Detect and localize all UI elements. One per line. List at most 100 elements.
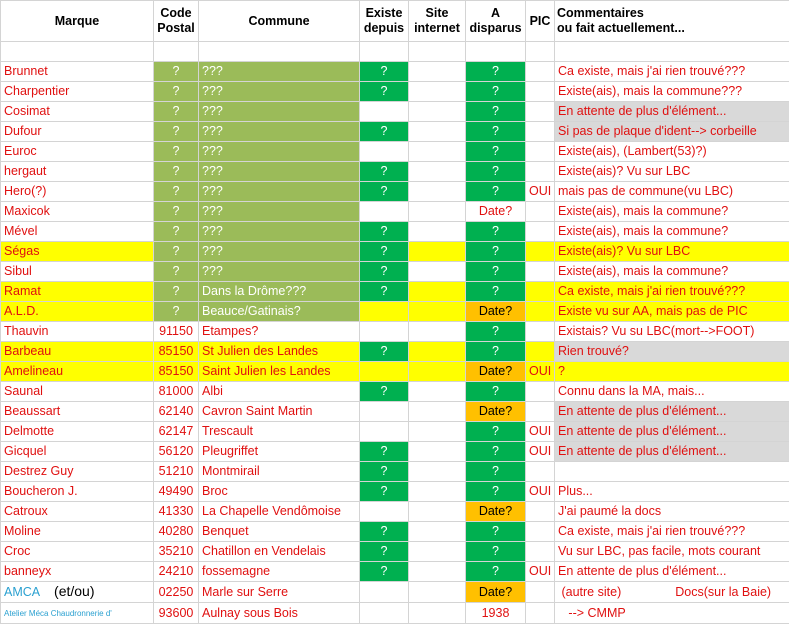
cell-commune[interactable]: Benquet (199, 522, 360, 542)
cell-commentaire[interactable]: Rien trouvé? (555, 342, 789, 362)
cell-marque[interactable]: Thauvin (1, 322, 154, 342)
cell-site[interactable] (409, 222, 466, 242)
cell-disparu[interactable]: Date? (466, 402, 526, 422)
cell-commune[interactable]: ??? (199, 222, 360, 242)
cell-existe[interactable] (360, 142, 409, 162)
cell-commentaire[interactable]: ? (555, 362, 789, 382)
cell-disparu[interactable]: ? (466, 282, 526, 302)
cell-pic[interactable] (526, 582, 555, 603)
cell-pic[interactable] (526, 222, 555, 242)
cell-pic[interactable]: OUI (526, 422, 555, 442)
cell-commentaire[interactable]: --> CMMP (555, 603, 789, 624)
cell-disparu[interactable]: ? (466, 142, 526, 162)
cell-marque[interactable]: banneyx (1, 562, 154, 582)
cell-code-postal[interactable]: 93600 (154, 603, 199, 624)
cell-commentaire[interactable]: Connu dans la MA, mais... (555, 382, 789, 402)
cell-existe[interactable] (360, 102, 409, 122)
cell-commentaire[interactable]: Existais? Vu su LBC(mort-->FOOT) (555, 322, 789, 342)
cell-commune[interactable]: Beauce/Gatinais? (199, 302, 360, 322)
cell-marque[interactable]: Destrez Guy (1, 462, 154, 482)
cell-existe[interactable]: ? (360, 242, 409, 262)
cell-pic[interactable]: OUI (526, 182, 555, 202)
cell-commentaire[interactable]: Ca existe, mais j'ai rien trouvé??? (555, 62, 789, 82)
cell-commentaire[interactable]: Existe(ais), mais la commune? (555, 222, 789, 242)
cell-code-postal[interactable]: 40280 (154, 522, 199, 542)
cell-marque[interactable]: Croc (1, 542, 154, 562)
cell-commentaire[interactable]: Existe vu sur AA, mais pas de PIC (555, 302, 789, 322)
cell-disparu[interactable]: ? (466, 342, 526, 362)
cell-site[interactable] (409, 522, 466, 542)
header-existe-depuis[interactable]: Existedepuis (360, 1, 409, 42)
cell-marque[interactable]: Charpentier (1, 82, 154, 102)
cell-pic[interactable] (526, 462, 555, 482)
cell-marque[interactable]: Beaussart (1, 402, 154, 422)
cell-site[interactable] (409, 482, 466, 502)
cell-site[interactable] (409, 442, 466, 462)
cell-marque[interactable]: AMCA (et/ou) (1, 582, 154, 603)
header-marque[interactable]: Marque (1, 1, 154, 42)
cell-code-postal[interactable]: 51210 (154, 462, 199, 482)
cell-code-postal[interactable]: 49490 (154, 482, 199, 502)
cell-commentaire[interactable]: En attente de plus d'élément... (555, 402, 789, 422)
cell-marque[interactable]: hergaut (1, 162, 154, 182)
cell-disparu[interactable]: ? (466, 382, 526, 402)
cell-code-postal[interactable]: 24210 (154, 562, 199, 582)
cell-marque[interactable]: Amelineau (1, 362, 154, 382)
cell-commentaire[interactable]: J'ai paumé la docs (555, 502, 789, 522)
cell-site[interactable] (409, 582, 466, 603)
cell-code-postal[interactable]: ? (154, 122, 199, 142)
cell-commune[interactable]: St Julien des Landes (199, 342, 360, 362)
cell-commentaire[interactable]: En attente de plus d'élément... (555, 422, 789, 442)
cell-pic[interactable] (526, 542, 555, 562)
cell-site[interactable] (409, 202, 466, 222)
cell-pic[interactable] (526, 322, 555, 342)
cell-commentaire[interactable]: Existe(ais)? Vu sur LBC (555, 162, 789, 182)
cell-code-postal[interactable]: 85150 (154, 362, 199, 382)
cell-disparu[interactable]: Date? (466, 362, 526, 382)
cell-disparu[interactable]: ? (466, 422, 526, 442)
cell-site[interactable] (409, 362, 466, 382)
cell-marque[interactable]: Atelier Méca Chaudronnerie d' (1, 603, 154, 624)
cell-existe[interactable]: ? (360, 62, 409, 82)
cell-existe[interactable]: ? (360, 82, 409, 102)
cell-disparu[interactable]: ? (466, 182, 526, 202)
cell-pic[interactable] (526, 242, 555, 262)
cell-commune[interactable]: Albi (199, 382, 360, 402)
cell-commune[interactable]: fossemagne (199, 562, 360, 582)
cell-code-postal[interactable]: ? (154, 202, 199, 222)
cell-commune[interactable]: ??? (199, 262, 360, 282)
cell-disparu[interactable]: ? (466, 242, 526, 262)
cell-commentaire[interactable]: Vu sur LBC, pas facile, mots courant (555, 542, 789, 562)
cell-commune[interactable]: ??? (199, 202, 360, 222)
cell-site[interactable] (409, 402, 466, 422)
cell-disparu[interactable]: Date? (466, 302, 526, 322)
cell-commune[interactable]: Aulnay sous Bois (199, 603, 360, 624)
cell-commentaire[interactable]: Existe(ais), (Lambert(53)?) (555, 142, 789, 162)
cell-disparu[interactable]: ? (466, 102, 526, 122)
cell-commentaire[interactable]: Existe(ais), mais la commune? (555, 262, 789, 282)
cell-commentaire[interactable]: Existe(ais), mais la commune??? (555, 82, 789, 102)
cell-existe[interactable]: ? (360, 382, 409, 402)
cell-marque[interactable]: Dufour (1, 122, 154, 142)
cell-code-postal[interactable]: ? (154, 62, 199, 82)
cell-commune[interactable]: ??? (199, 82, 360, 102)
cell-disparu[interactable]: ? (466, 62, 526, 82)
cell-pic[interactable] (526, 82, 555, 102)
cell-existe[interactable]: ? (360, 562, 409, 582)
cell-site[interactable] (409, 122, 466, 142)
cell-site[interactable] (409, 322, 466, 342)
cell-commune[interactable]: ??? (199, 102, 360, 122)
cell-disparu[interactable]: Date? (466, 202, 526, 222)
cell-pic[interactable] (526, 402, 555, 422)
cell-marque[interactable]: Barbeau (1, 342, 154, 362)
cell-existe[interactable]: ? (360, 182, 409, 202)
cell-existe[interactable] (360, 422, 409, 442)
cell-disparu[interactable]: 1938 (466, 603, 526, 624)
cell-existe[interactable]: ? (360, 482, 409, 502)
header-commune[interactable]: Commune (199, 1, 360, 42)
cell-code-postal[interactable]: 91150 (154, 322, 199, 342)
cell-disparu[interactable]: ? (466, 322, 526, 342)
cell-existe[interactable] (360, 582, 409, 603)
cell-marque[interactable]: Moline (1, 522, 154, 542)
cell-disparu[interactable]: ? (466, 442, 526, 462)
